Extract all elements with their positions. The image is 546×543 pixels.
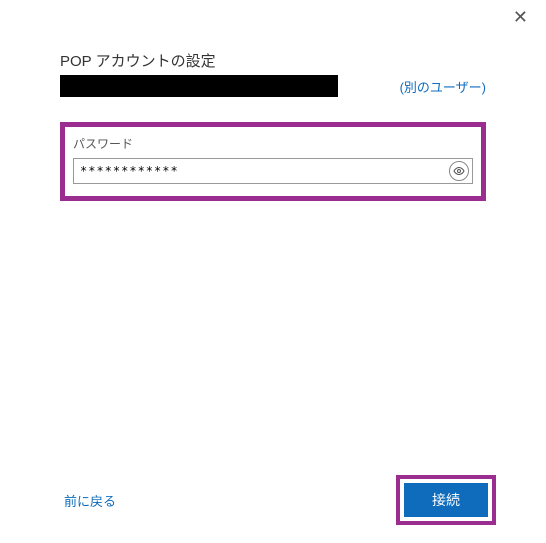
connect-button-highlight: 接続 [396,475,496,525]
footer: 前に戻る 接続 [0,475,546,525]
close-icon: ✕ [513,7,528,27]
page-title: POP アカウントの設定 [60,50,486,71]
password-section: パスワード [60,122,486,201]
password-label: パスワード [73,135,473,152]
connect-button[interactable]: 接続 [404,483,488,517]
account-email-redacted [60,75,338,97]
password-input[interactable] [74,161,449,181]
password-input-wrap [73,158,473,184]
back-link[interactable]: 前に戻る [64,491,116,510]
main-content: POP アカウントの設定 (別のユーザー) パスワード [0,0,546,201]
reveal-password-icon[interactable] [449,161,469,181]
other-user-link[interactable]: (別のユーザー) [400,77,486,96]
close-button[interactable]: ✕ [513,8,528,26]
account-row: (別のユーザー) [60,75,486,102]
